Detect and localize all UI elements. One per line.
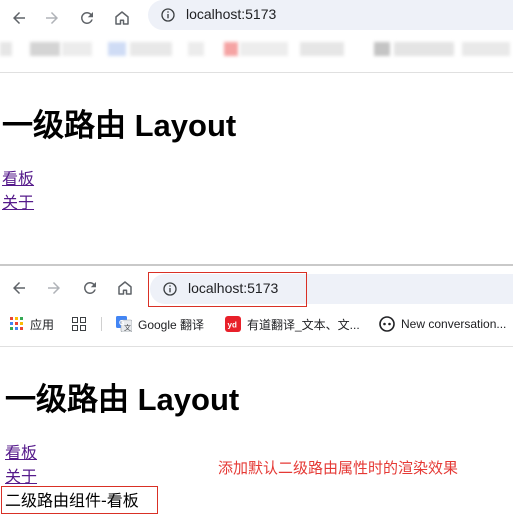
- svg-text:文: 文: [124, 323, 131, 332]
- youdao-icon: yd: [225, 316, 241, 332]
- reload-icon: [81, 11, 93, 24]
- screenshot-after: localhost:5173 应用 G 文 Google 翻译 yd 有道翻译_…: [0, 266, 513, 531]
- reload-icon: [84, 282, 96, 294]
- blurred-bookmark: [394, 42, 454, 56]
- page-title: 一级路由 Layout: [5, 382, 240, 417]
- forward-arrow-icon: [46, 12, 58, 24]
- browser-toolbar: localhost:5173: [0, 0, 513, 38]
- link-dashboard[interactable]: 看板: [5, 439, 37, 463]
- back-arrow-icon: [13, 282, 25, 294]
- forward-button[interactable]: [39, 5, 65, 31]
- forward-arrow-icon: [48, 282, 60, 294]
- blurred-bookmark: [188, 42, 204, 56]
- bookmark-label: New conversation...: [401, 317, 507, 331]
- google-translate-icon: G 文: [116, 316, 132, 332]
- bookmarks-divider: [101, 317, 102, 331]
- blurred-bookmarks-bar: [0, 38, 513, 60]
- blurred-bookmark: [300, 42, 344, 56]
- conversation-icon: [379, 316, 395, 332]
- screenshot-before: localhost:5173 一级路由 Layout 看板 关于: [0, 0, 513, 264]
- back-button[interactable]: [6, 5, 32, 31]
- address-url: localhost:5173: [186, 6, 277, 22]
- blurred-bookmark: [108, 42, 126, 56]
- blurred-bookmark: [30, 42, 60, 56]
- bookmark-label: 有道翻译_文本、文...: [247, 317, 360, 332]
- bookmark-label: Google 翻译: [138, 317, 205, 332]
- reload-button[interactable]: [77, 275, 103, 301]
- bookmark-label: 应用: [30, 317, 55, 332]
- address-url: localhost:5173: [188, 280, 279, 296]
- info-icon[interactable]: [160, 7, 176, 23]
- home-button[interactable]: [112, 275, 138, 301]
- bookmark-youdao[interactable]: yd 有道翻译_文本、文...: [225, 314, 360, 334]
- toolbar-divider: [0, 346, 513, 347]
- link-about[interactable]: 关于: [2, 189, 34, 213]
- annotation-note: 添加默认二级路由属性时的渲染效果: [218, 459, 459, 477]
- browser-toolbar: localhost:5173: [0, 270, 513, 308]
- page-title: 一级路由 Layout: [2, 108, 237, 143]
- blurred-bookmark: [374, 42, 390, 56]
- home-button[interactable]: [109, 5, 135, 31]
- apps-grid-icon: [10, 317, 23, 330]
- bookmark-apps[interactable]: 应用: [10, 314, 54, 334]
- back-arrow-icon: [13, 12, 25, 24]
- address-bar[interactable]: localhost:5173: [150, 274, 513, 304]
- child-route-content: 二级路由组件-看板: [5, 491, 139, 510]
- home-icon: [118, 281, 132, 295]
- blurred-bookmark: [462, 42, 510, 56]
- link-dashboard[interactable]: 看板: [2, 165, 34, 189]
- home-icon: [115, 11, 129, 25]
- bookmark-tab-grid[interactable]: [72, 314, 86, 334]
- tab-grid-icon: [72, 317, 86, 331]
- link-about[interactable]: 关于: [5, 463, 37, 487]
- blurred-bookmark: [62, 42, 92, 56]
- bookmark-google-translate[interactable]: G 文 Google 翻译: [116, 314, 204, 334]
- bookmark-new-conversation[interactable]: New conversation...: [379, 314, 506, 334]
- toolbar-divider: [0, 72, 513, 73]
- svg-text:yd: yd: [228, 321, 237, 330]
- blurred-bookmark: [224, 42, 238, 56]
- blurred-bookmark: [240, 42, 288, 56]
- back-button[interactable]: [6, 275, 32, 301]
- bookmarks-bar: 应用 G 文 Google 翻译 yd 有道翻译_文本、文... New con…: [0, 312, 513, 336]
- blurred-bookmark: [0, 42, 12, 56]
- forward-button[interactable]: [41, 275, 67, 301]
- blurred-bookmark: [130, 42, 172, 56]
- reload-button[interactable]: [74, 5, 100, 31]
- info-icon[interactable]: [162, 281, 178, 297]
- address-bar[interactable]: localhost:5173: [148, 0, 513, 30]
